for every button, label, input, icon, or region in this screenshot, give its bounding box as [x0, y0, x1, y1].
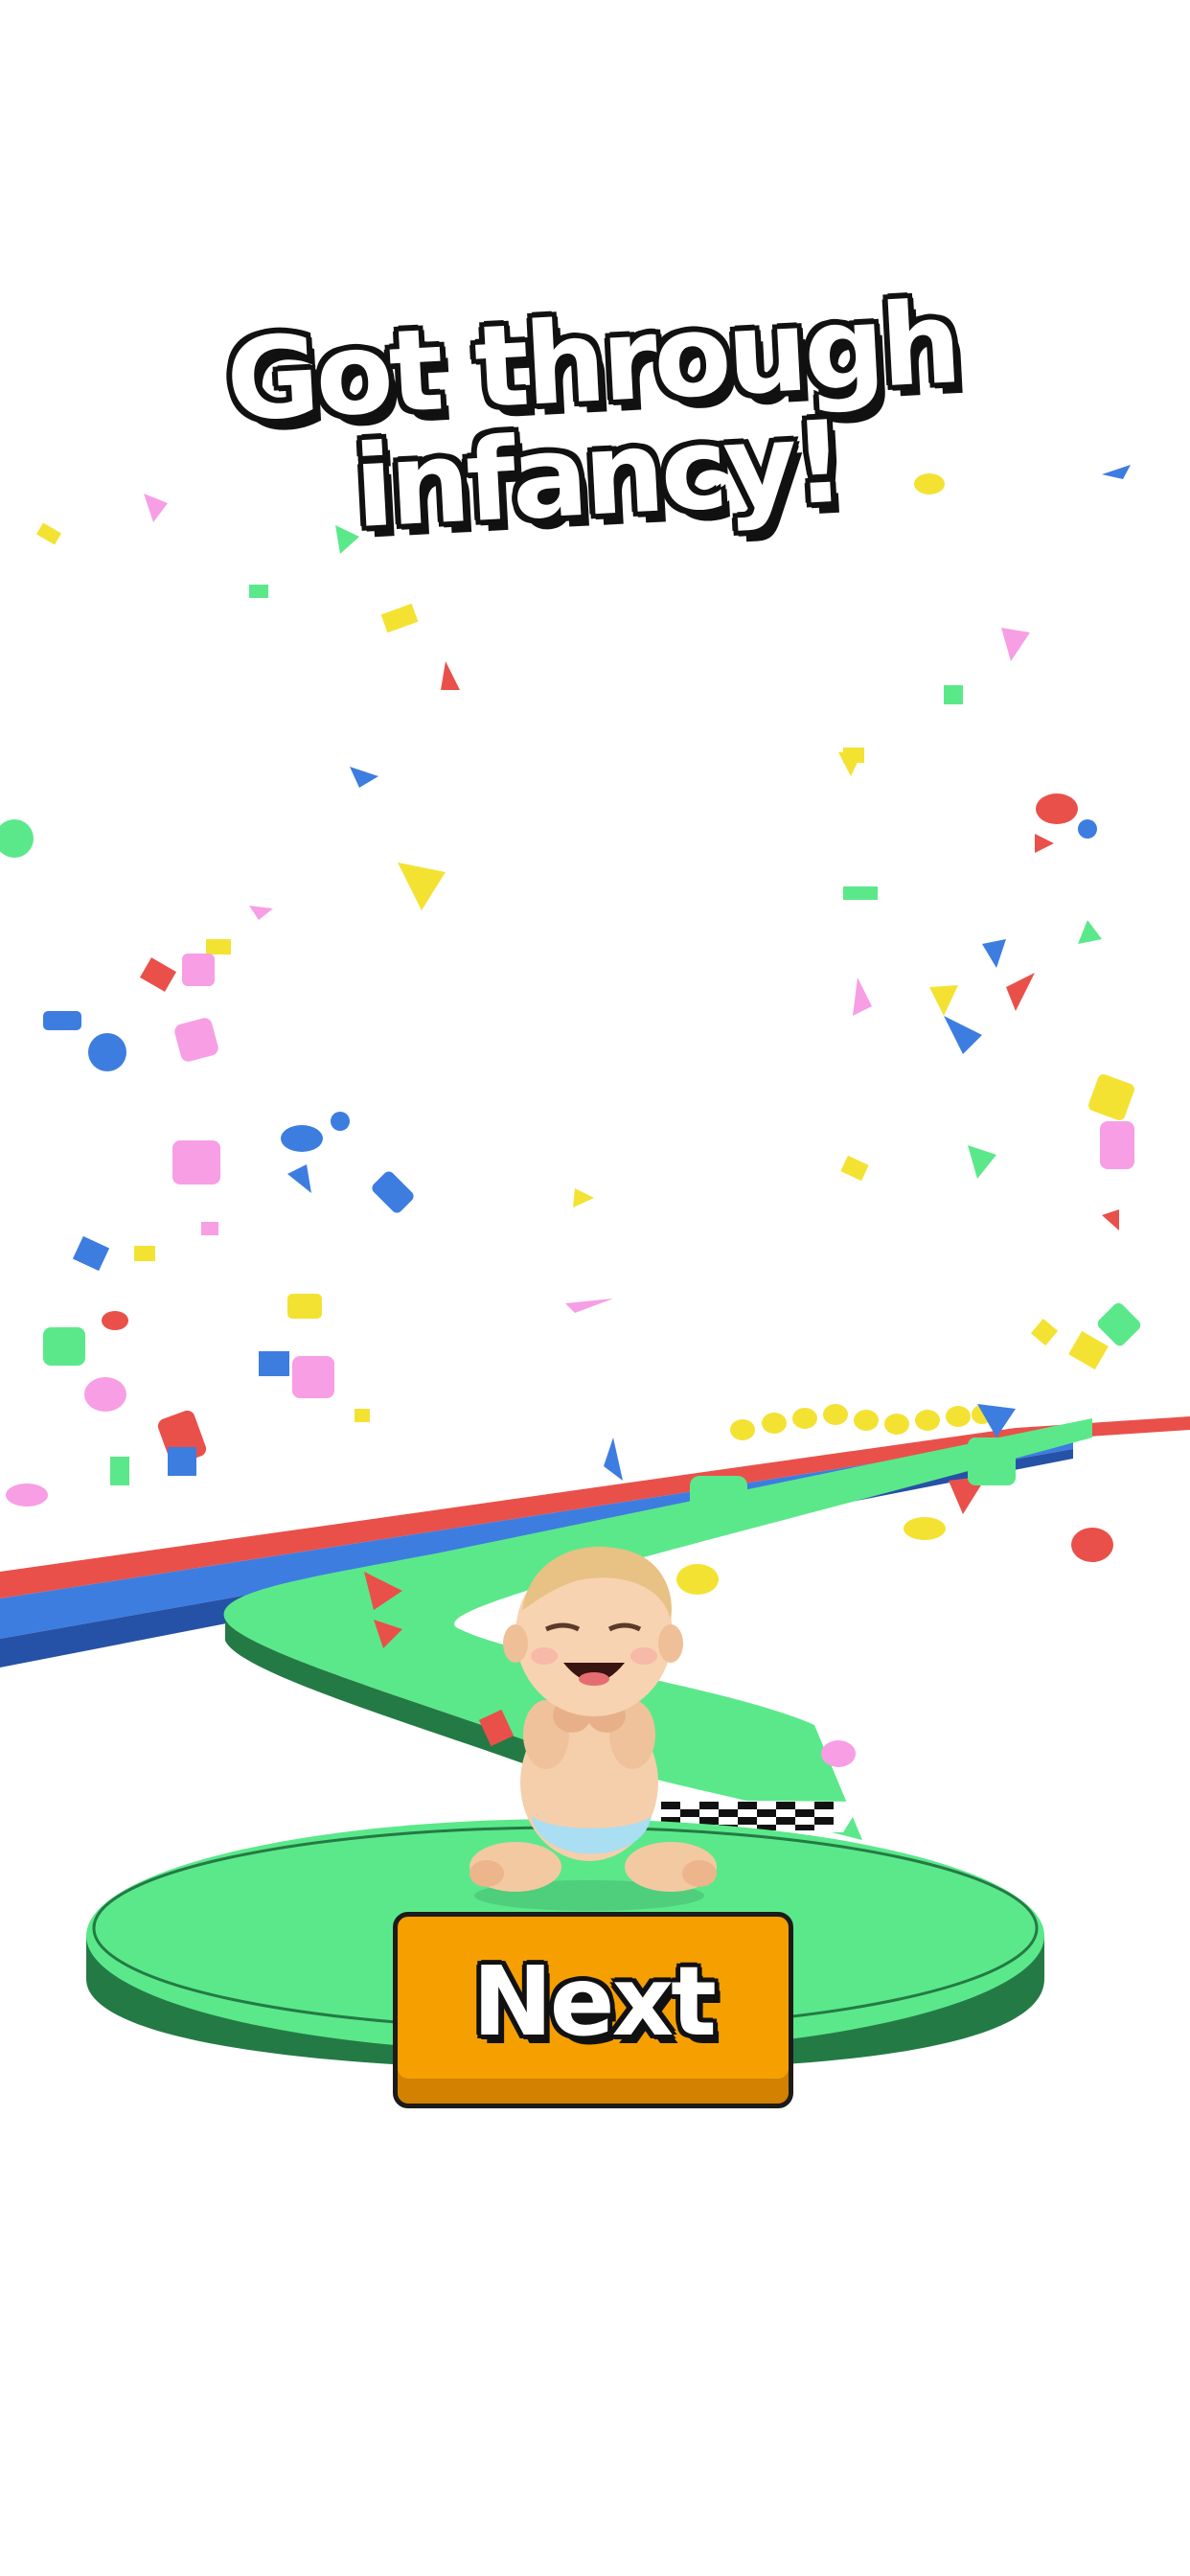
- next-button[interactable]: Next: [393, 1912, 793, 2108]
- game-scene: Got through infancy! Next: [0, 0, 1190, 2576]
- next-button-label: Next: [472, 1945, 717, 2058]
- coin-trail: [730, 1404, 993, 1440]
